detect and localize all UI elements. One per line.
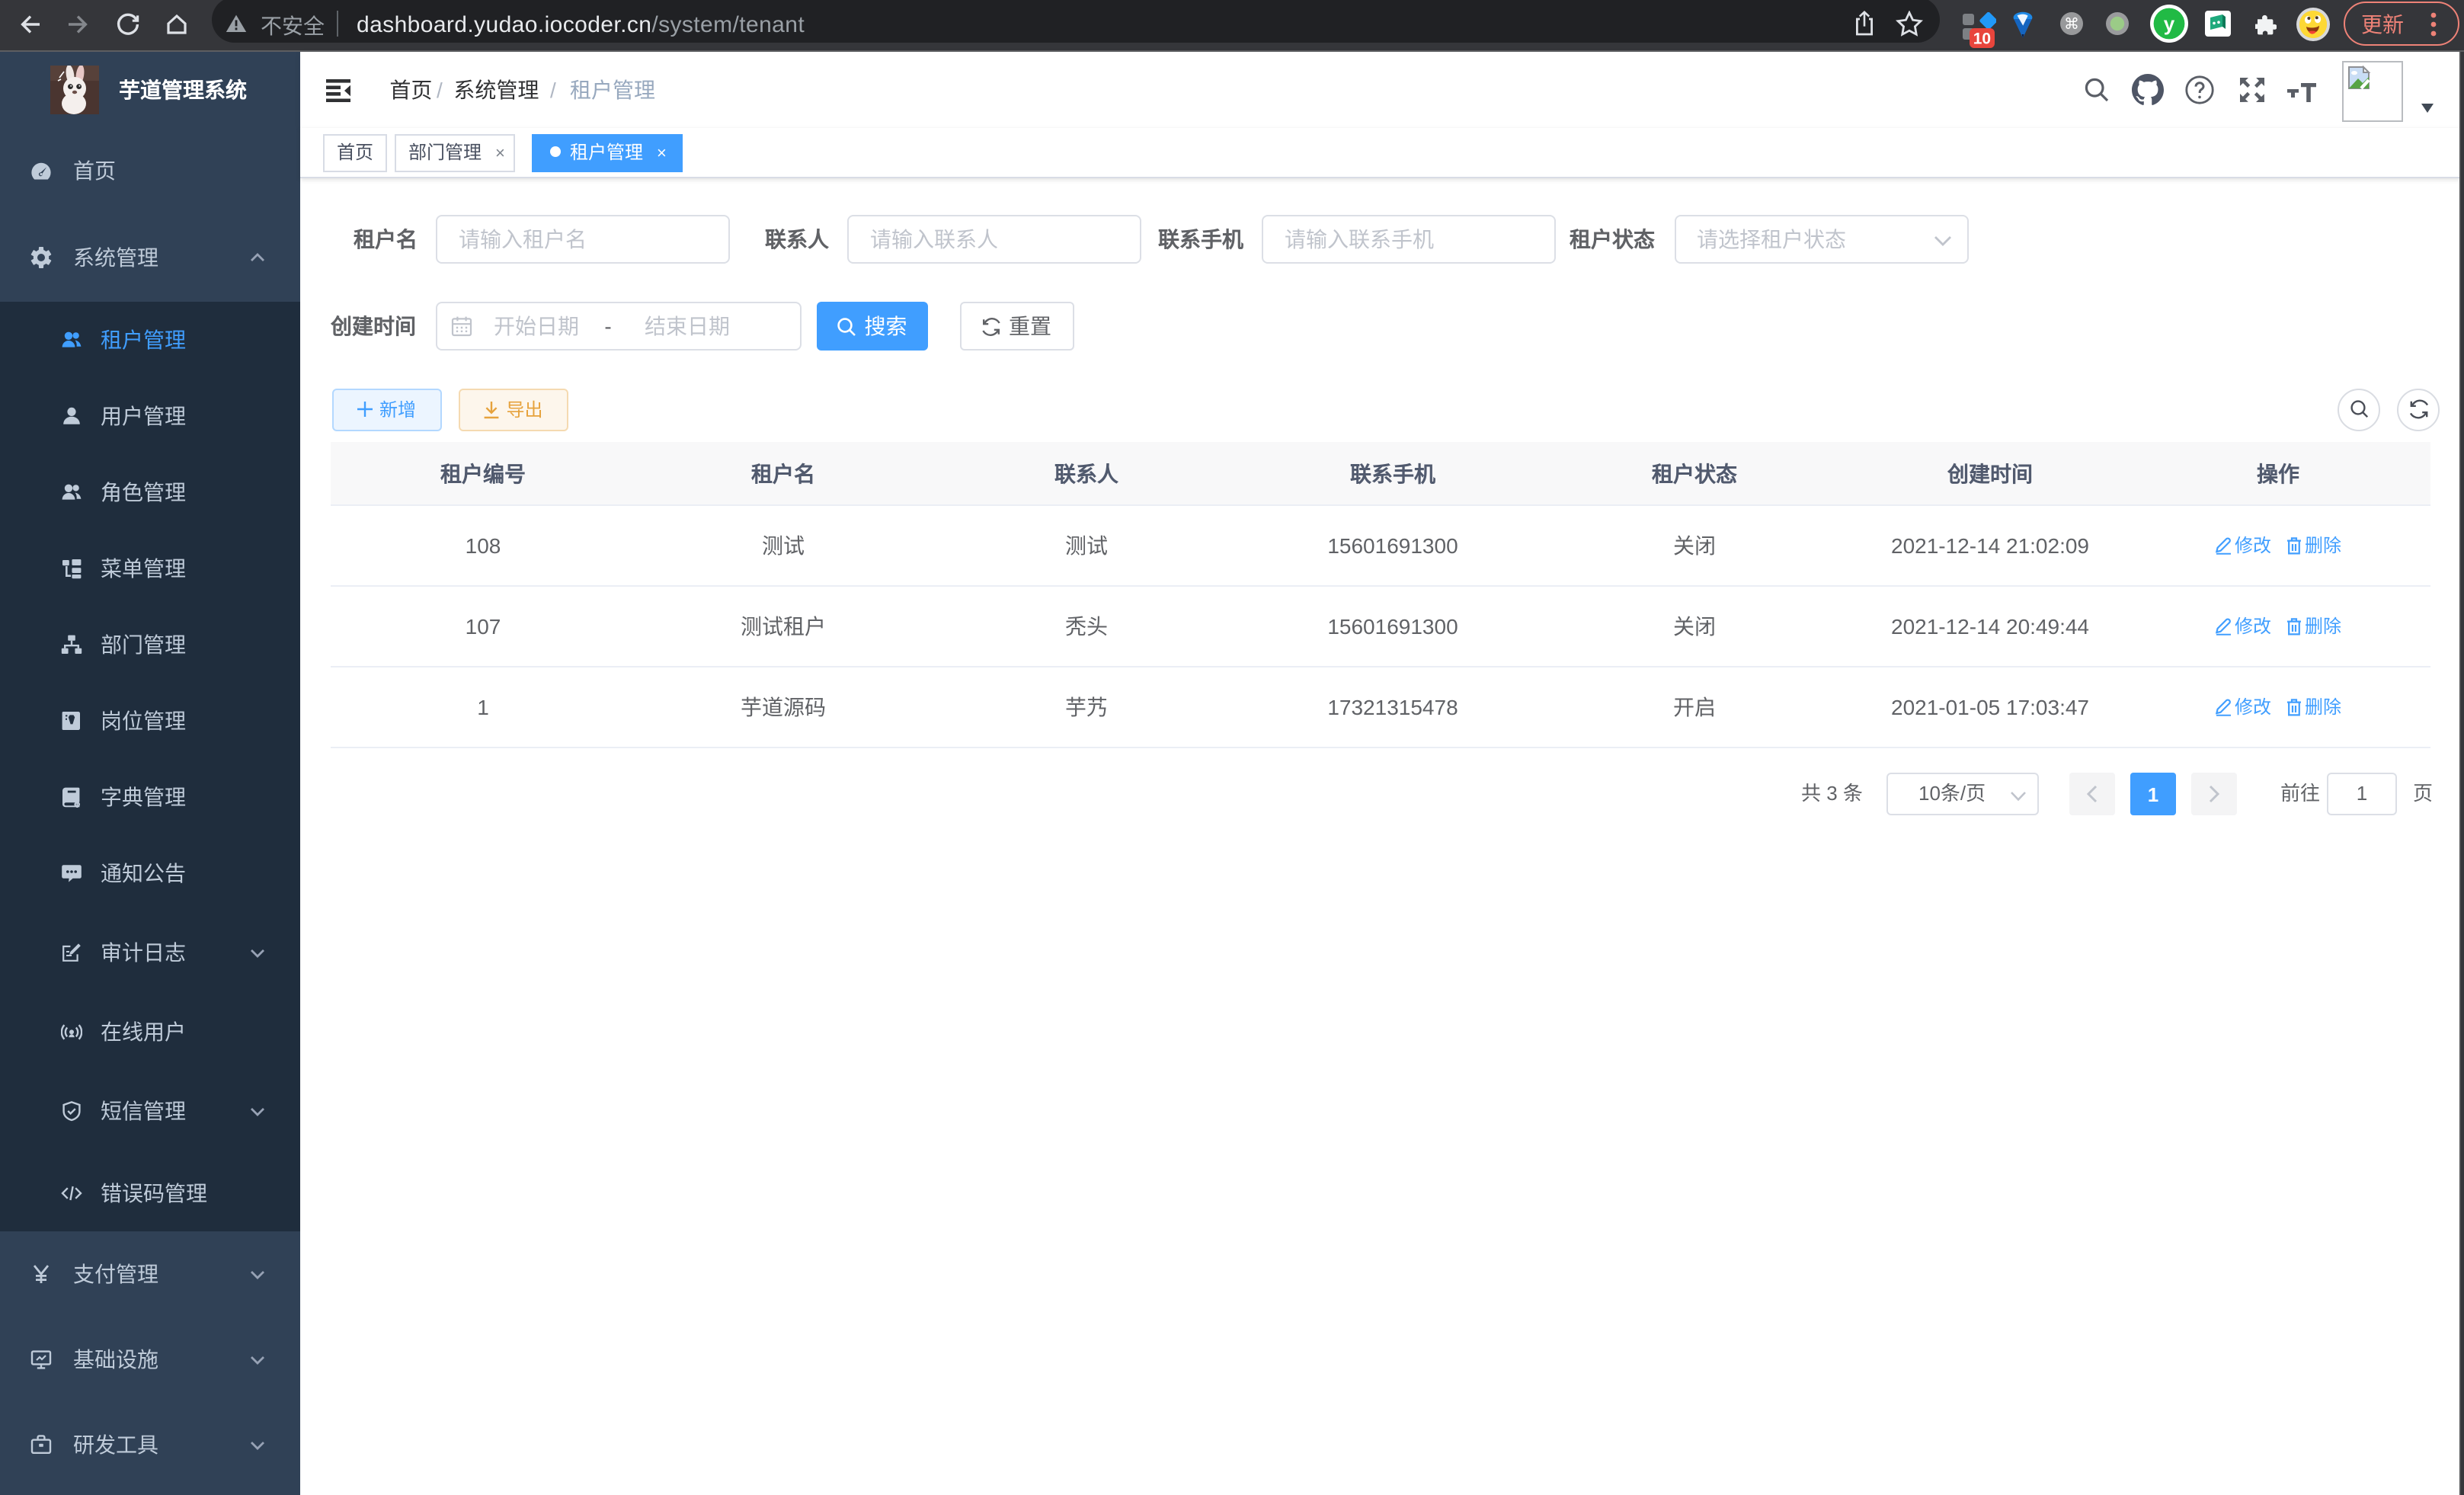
svg-text:⌘: ⌘ <box>2063 16 2078 33</box>
svg-text:10: 10 <box>1973 30 1991 47</box>
svg-text:y: y <box>2163 12 2174 35</box>
